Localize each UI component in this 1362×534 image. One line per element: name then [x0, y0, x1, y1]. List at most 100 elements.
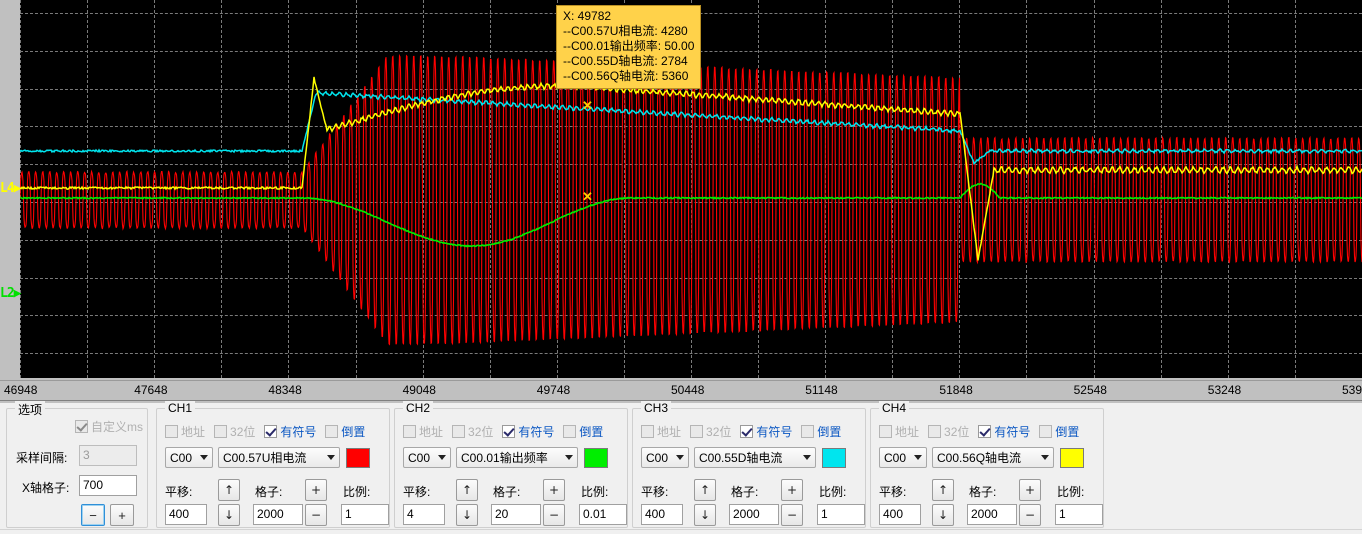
channel-color-swatch[interactable] — [584, 447, 608, 468]
shift-input[interactable]: 4 — [403, 504, 445, 525]
signed-checkbox-item[interactable]: 有符号 — [264, 423, 316, 440]
channel-marker-l2[interactable]: L2▶ — [0, 286, 22, 301]
channel-marker-l4[interactable]: L4▶ — [0, 181, 22, 196]
channel-group-ch4: CH4 地址 32位 有符号 倒置 C00 C00.56Q轴电流 平移: ↑ 格… — [870, 401, 1104, 528]
channel-group-select[interactable]: C00 — [879, 447, 927, 468]
shift-up-button[interactable]: ↑ — [218, 479, 240, 501]
bit32-checkbox-item[interactable]: 32位 — [452, 423, 493, 440]
shift-down-button[interactable]: ↓ — [456, 504, 478, 526]
grid-input[interactable]: 2000 — [967, 504, 1017, 525]
invert-checkbox[interactable] — [801, 425, 815, 438]
xgrid-decrease-button[interactable]: − — [81, 504, 105, 526]
options-group: 选项 自定义ms 采样间隔: 3 X轴格子: 700 − + — [6, 401, 148, 528]
grid-increase-button[interactable]: + — [305, 479, 327, 501]
bit32-checkbox[interactable] — [690, 425, 704, 438]
signed-checkbox-item[interactable]: 有符号 — [502, 423, 554, 440]
addr-checkbox[interactable] — [641, 425, 654, 438]
custom-ms-checkbox[interactable] — [75, 420, 88, 433]
shift-label: 平移: — [879, 485, 907, 499]
channel-color-swatch[interactable] — [822, 447, 846, 468]
xgrid-increase-button[interactable]: + — [110, 504, 134, 526]
shift-down-button[interactable]: ↓ — [932, 504, 954, 526]
scale-input[interactable]: 1 — [341, 504, 389, 525]
bit32-label: 32位 — [230, 425, 256, 439]
invert-checkbox[interactable] — [1039, 425, 1053, 438]
signed-checkbox[interactable] — [264, 425, 278, 438]
grid-decrease-button[interactable]: − — [543, 504, 565, 526]
channel-group-select[interactable]: C00 — [641, 447, 689, 468]
invert-checkbox-item[interactable]: 倒置 — [563, 423, 603, 440]
scale-label: 比例: — [343, 485, 371, 499]
invert-checkbox-item[interactable]: 倒置 — [1039, 423, 1079, 440]
sample-interval-input[interactable]: 3 — [79, 445, 137, 466]
addr-label: 地址 — [419, 425, 444, 439]
grid-input[interactable]: 2000 — [729, 504, 779, 525]
addr-checkbox[interactable] — [165, 425, 178, 438]
grid-decrease-button[interactable]: − — [781, 504, 803, 526]
cursor-crosshair-2[interactable]: ✕ — [582, 189, 593, 204]
channel-color-swatch[interactable] — [346, 447, 370, 468]
channel-param-select[interactable]: C00.01输出频率 — [456, 447, 578, 468]
grid-input[interactable]: 2000 — [253, 504, 303, 525]
grid-increase-button[interactable]: + — [543, 479, 565, 501]
addr-checkbox-item[interactable]: 地址 — [165, 423, 205, 440]
chevron-down-icon — [565, 455, 573, 460]
shift-input[interactable]: 400 — [641, 504, 683, 525]
invert-checkbox[interactable] — [563, 425, 577, 438]
scale-input[interactable]: 1 — [817, 504, 865, 525]
tooltip-x: X: 49782 — [563, 9, 612, 23]
bit32-checkbox-item[interactable]: 32位 — [690, 423, 731, 440]
custom-ms-label: 自定义ms — [91, 420, 143, 434]
addr-checkbox-item[interactable]: 地址 — [879, 423, 919, 440]
scale-input[interactable]: 0.01 — [579, 504, 627, 525]
cursor-crosshair-1[interactable]: ✕ — [582, 98, 593, 113]
bit32-checkbox-item[interactable]: 32位 — [214, 423, 255, 440]
grid-input[interactable]: 20 — [491, 504, 541, 525]
grid-label: 格子: — [969, 485, 997, 499]
scale-label: 比例: — [581, 485, 609, 499]
signed-checkbox[interactable] — [740, 425, 754, 438]
addr-checkbox-item[interactable]: 地址 — [641, 423, 681, 440]
shift-up-button[interactable]: ↑ — [932, 479, 954, 501]
trace-ch3-d-axis-current — [20, 89, 1362, 165]
channel-param-select[interactable]: C00.55D轴电流 — [694, 447, 816, 468]
channel-color-swatch[interactable] — [1060, 447, 1084, 468]
channel-group-select[interactable]: C00 — [403, 447, 451, 468]
chevron-down-icon — [676, 455, 684, 460]
invert-checkbox-item[interactable]: 倒置 — [801, 423, 841, 440]
channel-param-select[interactable]: C00.56Q轴电流 — [932, 447, 1054, 468]
invert-checkbox[interactable] — [325, 425, 339, 438]
shift-input[interactable]: 400 — [165, 504, 207, 525]
grid-increase-button[interactable]: + — [1019, 479, 1041, 501]
bit32-checkbox[interactable] — [452, 425, 466, 438]
channel-param-select[interactable]: C00.57U相电流 — [218, 447, 340, 468]
shift-up-button[interactable]: ↑ — [694, 479, 716, 501]
channel-group-select[interactable]: C00 — [165, 447, 213, 468]
addr-checkbox-item[interactable]: 地址 — [403, 423, 443, 440]
xgrid-input[interactable]: 700 — [79, 475, 137, 496]
grid-decrease-button[interactable]: − — [305, 504, 327, 526]
scale-input[interactable]: 1 — [1055, 504, 1103, 525]
bit32-checkbox[interactable] — [214, 425, 228, 438]
signed-checkbox-item[interactable]: 有符号 — [740, 423, 792, 440]
addr-checkbox[interactable] — [403, 425, 416, 438]
signed-checkbox[interactable] — [502, 425, 516, 438]
signed-checkbox[interactable] — [978, 425, 992, 438]
channel-adjust-values: 400 ↓ 2000 − 1 — [879, 504, 1103, 528]
channel-group-ch3: CH3 地址 32位 有符号 倒置 C00 C00.55D轴电流 平移: ↑ 格… — [632, 401, 866, 528]
grid-label: 格子: — [493, 485, 521, 499]
grid-decrease-button[interactable]: − — [1019, 504, 1041, 526]
shift-input[interactable]: 400 — [879, 504, 921, 525]
addr-checkbox[interactable] — [879, 425, 892, 438]
signed-checkbox-item[interactable]: 有符号 — [978, 423, 1030, 440]
shift-down-button[interactable]: ↓ — [694, 504, 716, 526]
bit32-checkbox[interactable] — [928, 425, 942, 438]
bit32-checkbox-item[interactable]: 32位 — [928, 423, 969, 440]
shift-up-button[interactable]: ↑ — [456, 479, 478, 501]
custom-ms-checkbox-row[interactable]: 自定义ms — [75, 418, 143, 435]
shift-down-button[interactable]: ↓ — [218, 504, 240, 526]
x-axis-tick: 51848 — [939, 383, 973, 397]
invert-checkbox-item[interactable]: 倒置 — [325, 423, 365, 440]
channel-group-ch1: CH1 地址 32位 有符号 倒置 C00 C00.57U相电流 平移: ↑ 格… — [156, 401, 390, 528]
grid-increase-button[interactable]: + — [781, 479, 803, 501]
